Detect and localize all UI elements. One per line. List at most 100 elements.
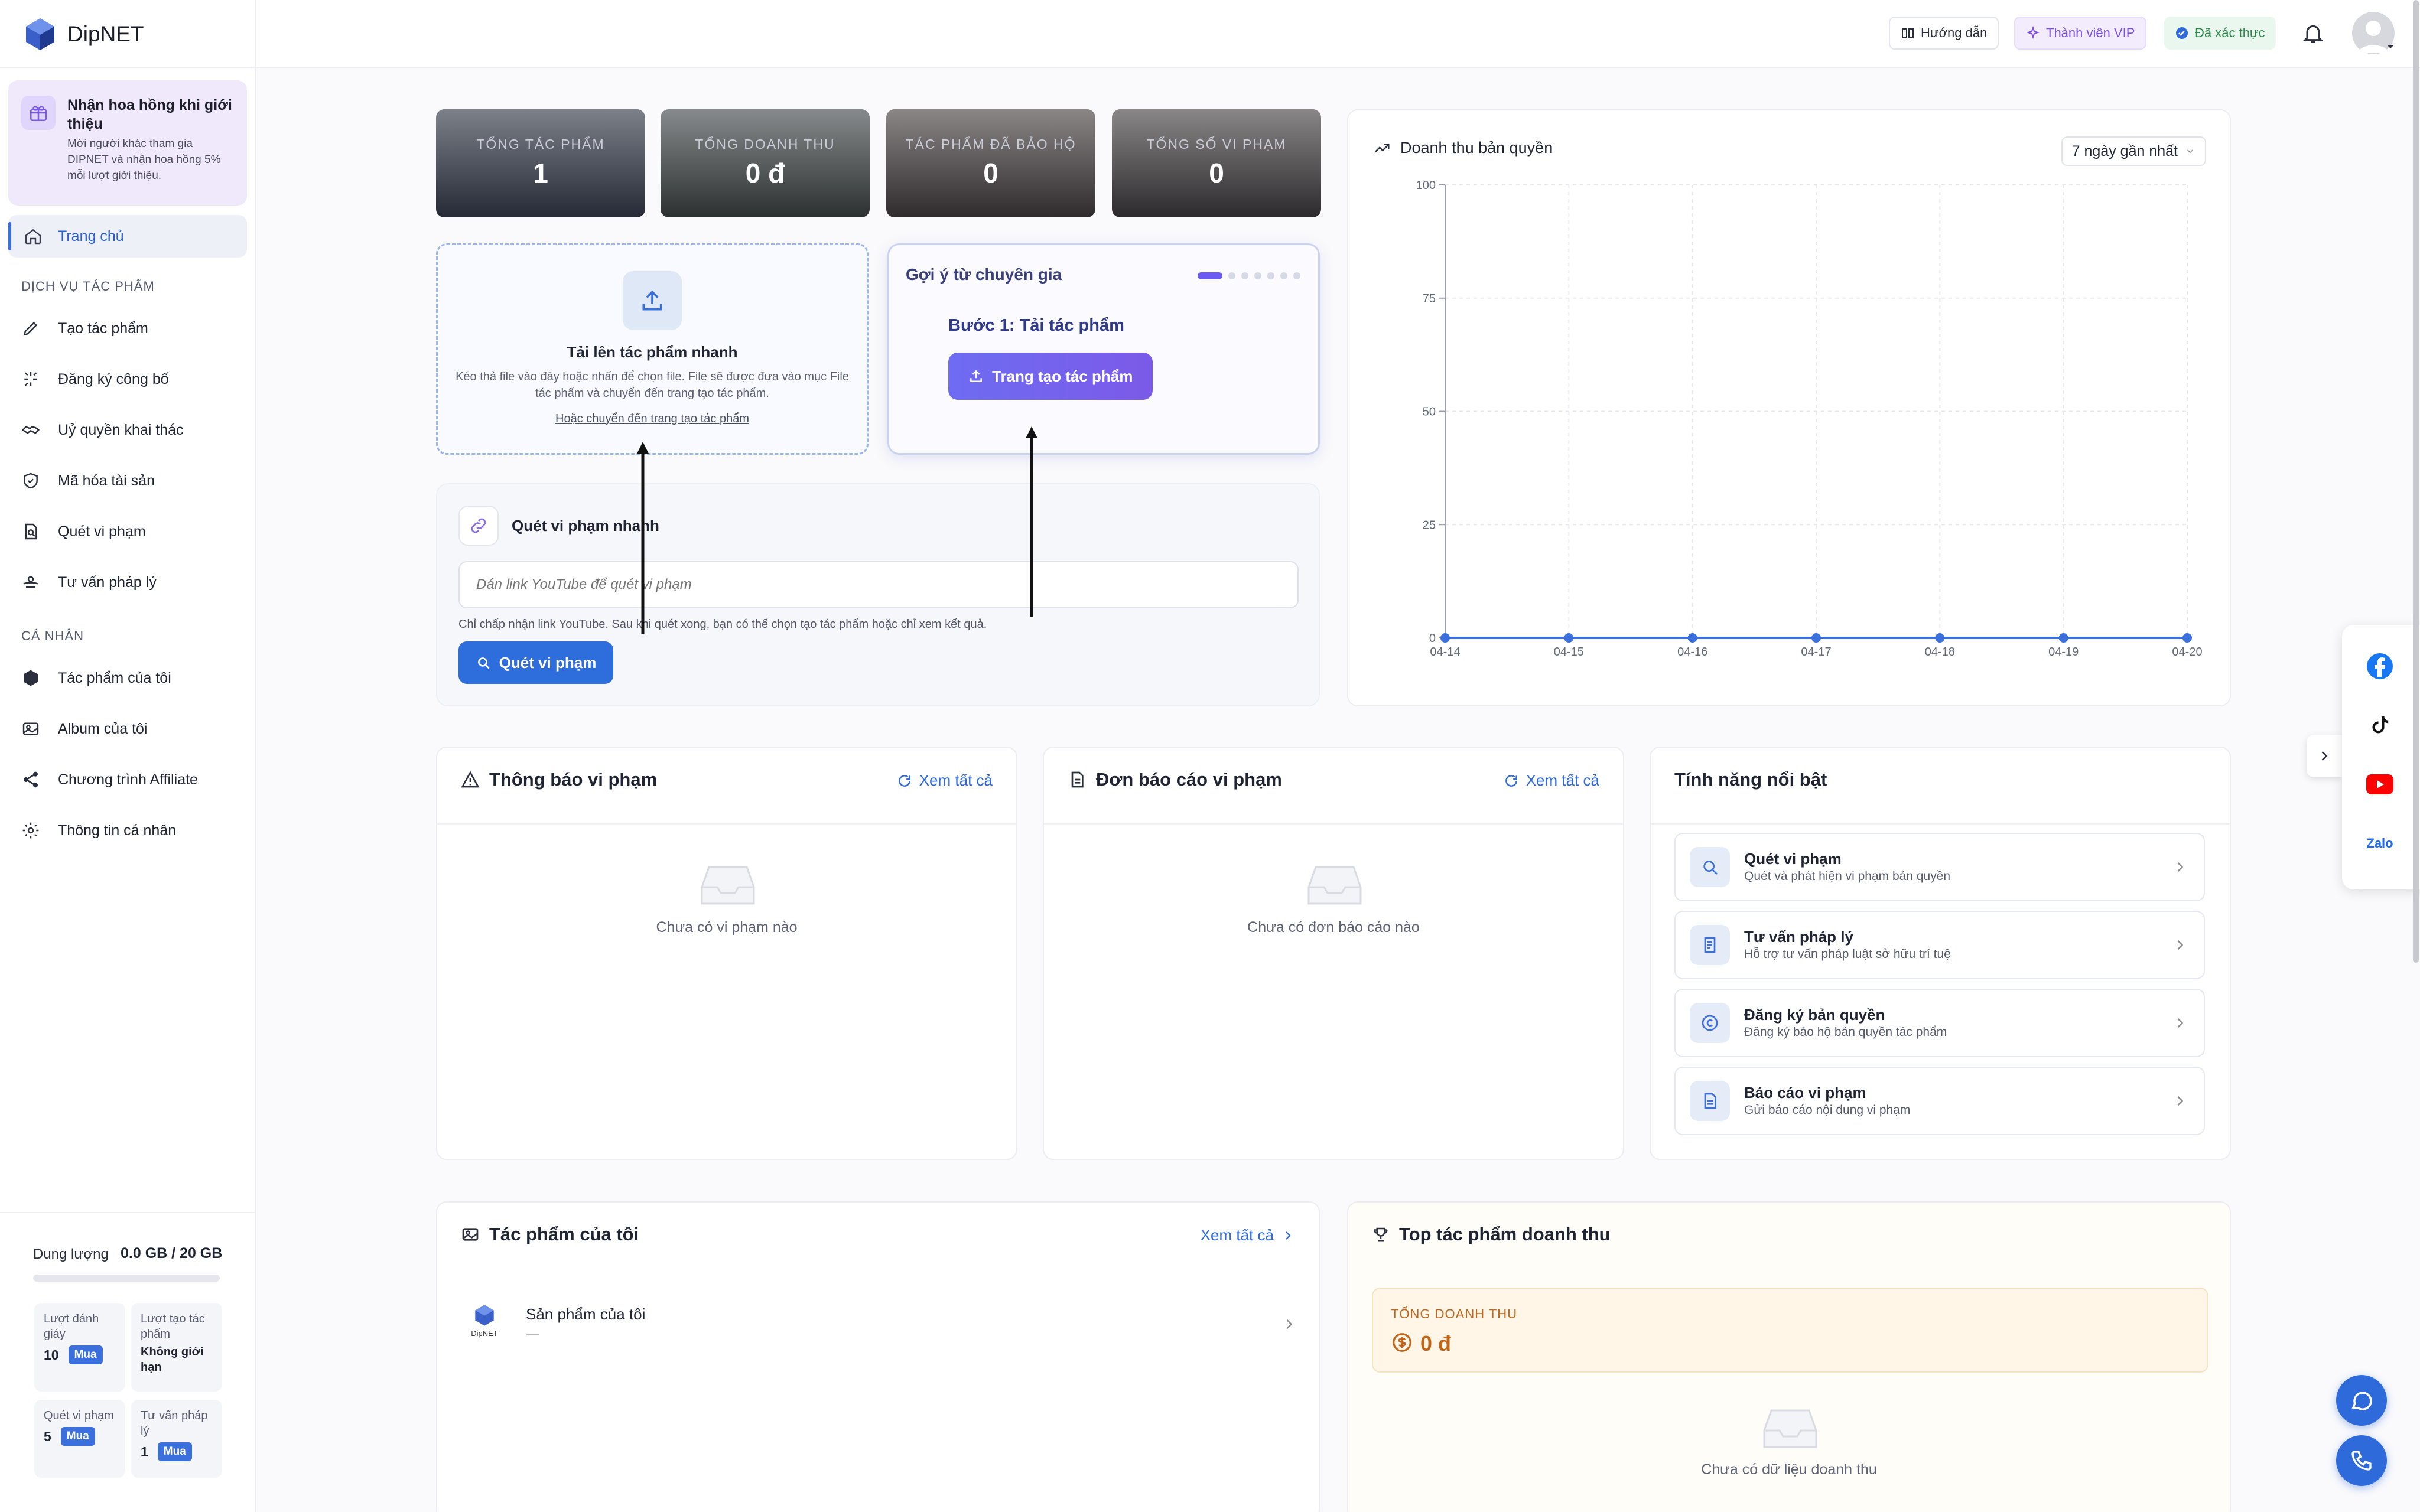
empty-message: Chưa có đơn báo cáo nào xyxy=(1247,919,1420,936)
legal-doc-icon xyxy=(1690,925,1730,965)
sidebar-item-license[interactable]: Uỷ quyền khai thác xyxy=(21,418,184,442)
sidebar-item-label: Quét vi phạm xyxy=(58,523,146,540)
sidebar-item-profile[interactable]: Thông tin cá nhân xyxy=(21,819,176,842)
sidebar-item-affiliate[interactable]: Chương trình Affiliate xyxy=(21,768,198,791)
see-all-violations-link[interactable]: Xem tất cả xyxy=(897,771,993,790)
see-all-reports-link[interactable]: Xem tất cả xyxy=(1504,771,1599,790)
feature-description: Đăng ký bảo hộ bản quyền tác phẩm xyxy=(1744,1025,1947,1039)
book-icon xyxy=(1902,28,1914,38)
sidebar-item-home[interactable]: Trang chủ xyxy=(8,215,247,258)
refresh-icon xyxy=(898,774,910,787)
feature-report-violation[interactable]: Báo cáo vi phạm Gửi báo cáo nội dung vi p… xyxy=(1674,1067,2205,1135)
data-point xyxy=(2182,633,2192,643)
section-services-heading: DỊCH VỤ TÁC PHẨM xyxy=(21,279,155,294)
check-badge-icon xyxy=(2176,27,2188,39)
promo-title: Nhận hoa hồng khi giới thiệu xyxy=(67,97,232,132)
feature-copyright-register[interactable]: Đăng ký bản quyền Đăng ký bảo hộ bản quyề… xyxy=(1674,989,2205,1057)
album-icon xyxy=(22,722,39,735)
scan-button[interactable]: Quét vi phạm xyxy=(458,641,613,684)
section-personal-heading: CÁ NHÂN xyxy=(21,628,84,643)
guide-label: Hướng dẫn xyxy=(1921,25,1988,40)
stat-label: TỔNG SỐ VI PHẠM xyxy=(1146,136,1287,152)
share-icon xyxy=(24,771,38,788)
doc-search-icon xyxy=(25,523,37,540)
chat-bubble-icon xyxy=(2351,1392,2372,1410)
carousel-dot[interactable] xyxy=(1254,272,1261,279)
empty-inbox-icon xyxy=(1763,1409,1817,1448)
gear-icon xyxy=(22,822,39,839)
social-panel-toggle[interactable] xyxy=(2307,735,2342,777)
feature-title: Quét vi phạm xyxy=(1744,850,1842,868)
phone-button[interactable] xyxy=(2336,1435,2387,1486)
referral-promo-card[interactable]: Nhận hoa hồng khi giới thiệu Mời người k… xyxy=(8,80,247,206)
carousel-dot[interactable] xyxy=(1267,272,1274,279)
guide-button[interactable]: Hướng dẫn xyxy=(1889,17,1999,50)
go-to-create-link[interactable]: Hoặc chuyển đến trang tạo tác phẩm xyxy=(555,412,749,426)
stat-total-violations: TỔNG SỐ VI PHẠM 0 xyxy=(1112,109,1321,217)
scrollbar-thumb[interactable] xyxy=(2413,0,2419,963)
carousel-dot[interactable] xyxy=(1228,272,1235,279)
youtube-link-input[interactable] xyxy=(458,561,1299,608)
upload-icon xyxy=(623,271,682,330)
data-point xyxy=(1687,633,1697,643)
top-revenue-card: Top tác phẩm doanh thu TỔNG DOANH THU 0 … xyxy=(1347,1201,2231,1512)
sidebar-item-register-publish[interactable]: Đăng ký công bố xyxy=(21,367,169,391)
sidebar-item-create-work[interactable]: Tạo tác phẩm xyxy=(21,317,148,340)
quota-legal: Tư vấn pháp lý 1 Mua xyxy=(131,1400,222,1478)
sparkle-icon xyxy=(2026,26,2040,40)
sparkle-icon xyxy=(24,372,37,386)
carousel-dot[interactable] xyxy=(1280,272,1287,279)
button-label: Quét vi phạm xyxy=(499,653,597,672)
storage-value: 0.0 GB / 20 GB xyxy=(121,1245,223,1262)
range-select[interactable]: 7 ngày gần nhất xyxy=(2061,136,2206,166)
quick-scan-card: Quét vi phạm nhanh Chỉ chấp nhận link Yo… xyxy=(436,483,1320,706)
chevron-right-icon xyxy=(1286,1319,1293,1329)
bell-icon[interactable] xyxy=(2301,21,2325,45)
buy-rating-button[interactable]: Mua xyxy=(68,1345,103,1364)
feature-legal-consult[interactable]: Tư vấn pháp lý Hỗ trợ tư vấn pháp luật sở… xyxy=(1674,911,2205,979)
buy-scan-button[interactable]: Mua xyxy=(60,1427,95,1446)
x-tick-label: 04-19 xyxy=(2048,646,2079,659)
social-links-panel: Zalo xyxy=(2342,625,2420,889)
work-list-item[interactable]: DipNET Sản phẩm của tôi — xyxy=(461,1292,1297,1357)
consult-icon xyxy=(23,576,38,588)
empty-message: Chưa có dữ liệu doanh thu xyxy=(1701,1461,1877,1478)
see-all-works-link[interactable]: Xem tất cả xyxy=(1201,1226,1295,1244)
home-icon xyxy=(25,229,41,245)
feature-scan[interactable]: Quét vi phạm Quét và phát hiện vi phạm bả… xyxy=(1674,833,2205,901)
youtube-icon[interactable] xyxy=(2363,768,2396,801)
sidebar-item-scan[interactable]: Quét vi phạm xyxy=(21,520,146,543)
chat-button[interactable] xyxy=(2336,1375,2387,1426)
tiktok-icon[interactable] xyxy=(2363,709,2396,742)
stat-label: TỔNG DOANH THU xyxy=(695,136,835,152)
carousel-dot[interactable] xyxy=(1241,272,1248,279)
data-point xyxy=(1564,633,1574,643)
facebook-icon[interactable] xyxy=(2363,650,2396,683)
carousel-dots[interactable] xyxy=(1198,272,1300,279)
feature-title: Đăng ký bản quyền xyxy=(1744,1006,1885,1024)
sidebar-item-legal-consult[interactable]: Tư vấn pháp lý xyxy=(21,571,157,594)
chevron-down-icon[interactable] xyxy=(2385,41,2396,52)
carousel-dot[interactable] xyxy=(1293,272,1300,279)
scan-note: Chỉ chấp nhận link YouTube. Sau khi quét… xyxy=(458,618,987,631)
document-icon xyxy=(1071,771,1084,788)
quick-upload-dropzone[interactable]: Tải lên tác phẩm nhanh Kéo thả file vào … xyxy=(436,243,869,455)
buy-legal-button[interactable]: Mua xyxy=(157,1442,192,1461)
cube-icon xyxy=(24,670,38,686)
x-tick-label: 04-16 xyxy=(1677,646,1707,659)
panel-title: Tính năng nổi bật xyxy=(1674,769,1827,790)
upload-title: Tải lên tác phẩm nhanh xyxy=(567,343,738,361)
sidebar-item-label: Trang chủ xyxy=(58,227,124,245)
vip-button[interactable]: Thành viên VIP xyxy=(2014,17,2147,50)
carousel-dot[interactable] xyxy=(1198,272,1222,279)
create-work-page-button[interactable]: Trang tạo tác phẩm xyxy=(948,353,1153,400)
zalo-icon[interactable]: Zalo xyxy=(2363,827,2396,860)
panel-title: Top tác phẩm doanh thu xyxy=(1399,1224,1611,1244)
data-point xyxy=(1811,633,1821,643)
y-tick-label: 50 xyxy=(1423,406,1436,419)
sidebar-item-tokenize[interactable]: Mã hóa tài sản xyxy=(21,469,155,493)
quota-value: Không giới hạn xyxy=(141,1345,204,1374)
brand[interactable]: DipNET xyxy=(25,17,144,52)
sidebar-item-my-works[interactable]: Tác phẩm của tôi xyxy=(21,666,171,690)
sidebar-item-my-album[interactable]: Album của tôi xyxy=(21,717,147,741)
